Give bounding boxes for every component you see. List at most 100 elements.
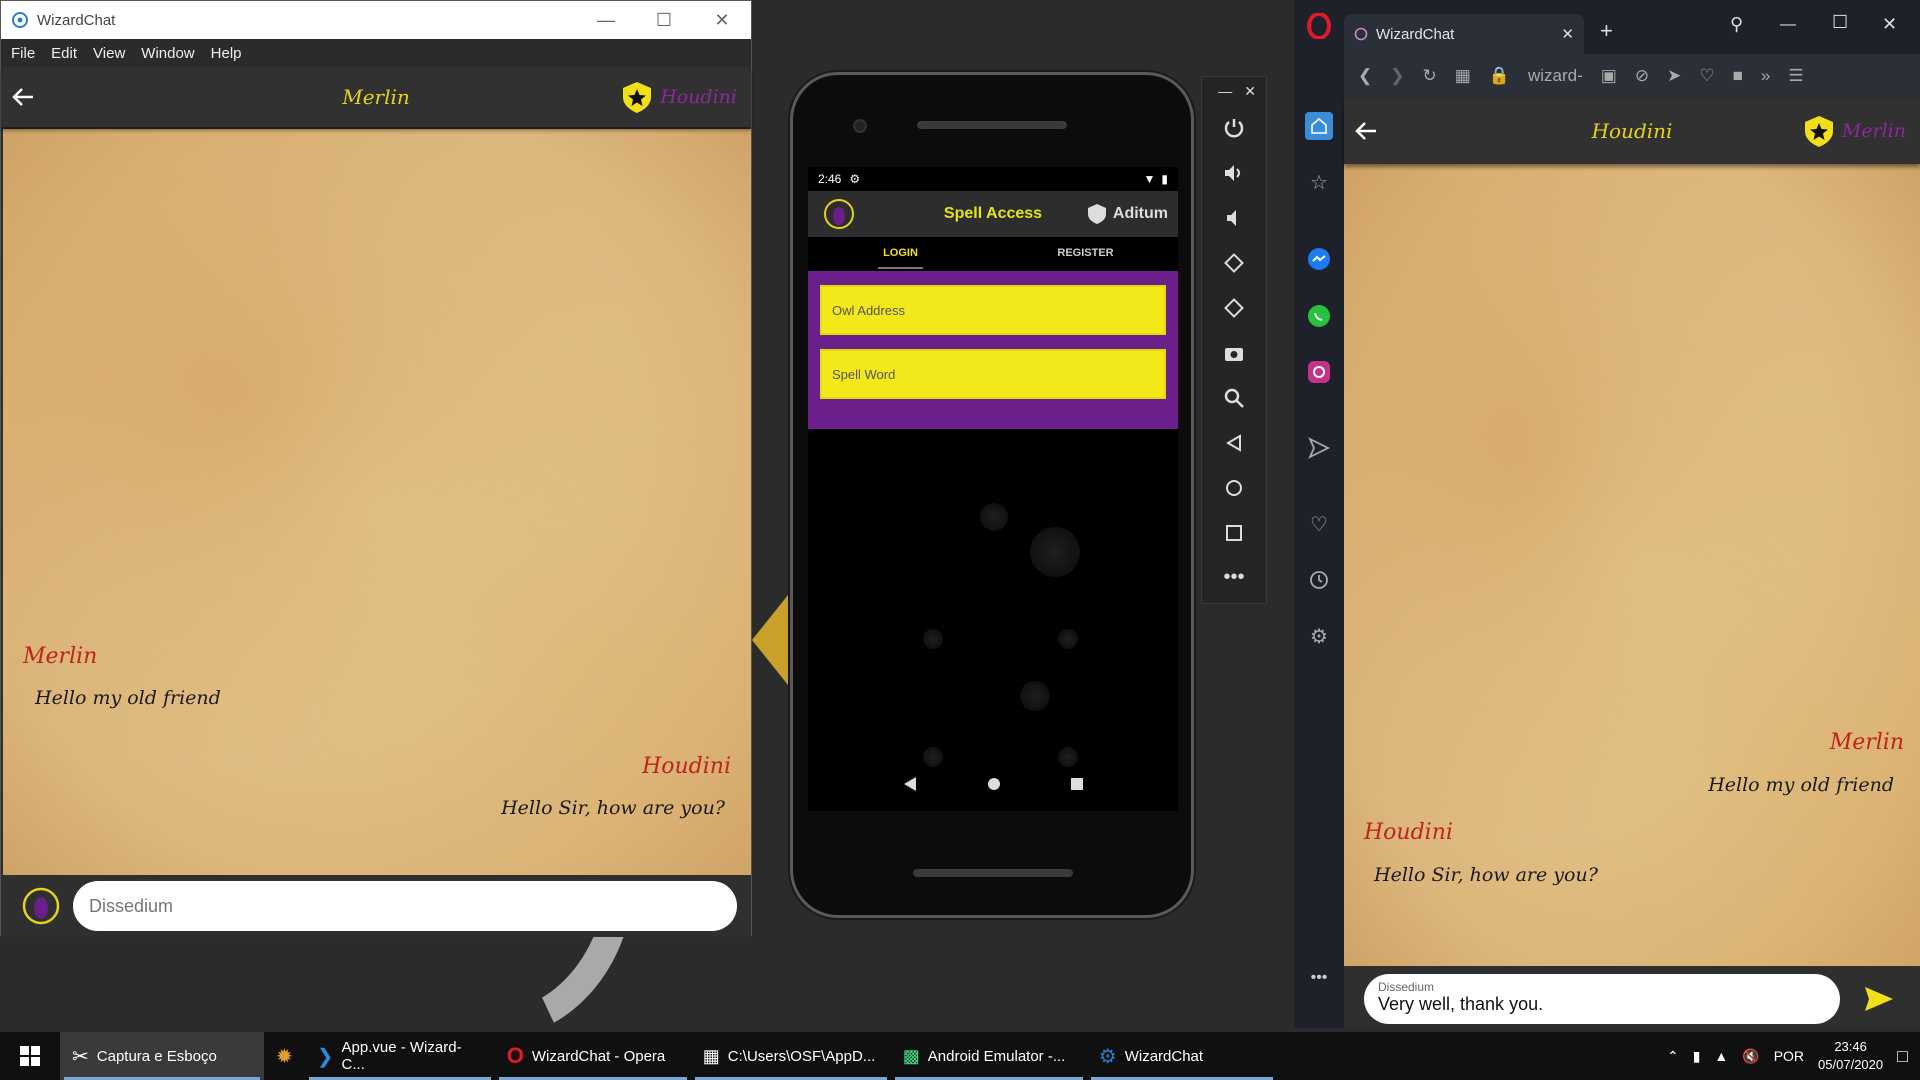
clock[interactable]: 23:46 05/07/2020	[1818, 1038, 1883, 1074]
history-icon[interactable]	[1305, 566, 1333, 594]
tab-register[interactable]: REGISTER	[993, 237, 1178, 271]
message-input[interactable]	[73, 881, 737, 931]
favorite-icon[interactable]: ♡	[1699, 66, 1714, 86]
speed-dial-icon[interactable]	[1305, 112, 1333, 140]
zoom-icon[interactable]	[1202, 375, 1266, 420]
nav-back-icon[interactable]	[902, 776, 918, 792]
taskbar-item-emulator[interactable]: ▩ Android Emulator -...	[891, 1032, 1087, 1080]
settings-status-icon: ⚙	[849, 172, 861, 186]
notifications-icon[interactable]: □	[1897, 1046, 1908, 1067]
menu-file[interactable]: File	[11, 45, 35, 62]
more-options-icon[interactable]: •••	[1202, 555, 1266, 600]
rotate-right-icon[interactable]	[1202, 285, 1266, 330]
background-dot	[980, 503, 1008, 531]
front-camera	[853, 119, 867, 133]
back-icon[interactable]	[1202, 420, 1266, 465]
spell-word-field[interactable]: Spell Word	[820, 349, 1166, 399]
volume-muted-icon[interactable]: 🔇	[1742, 1048, 1759, 1065]
camera-icon[interactable]	[1202, 330, 1266, 375]
owl-address-field[interactable]: Owl Address	[820, 285, 1166, 335]
minimize-icon[interactable]: —	[577, 1, 635, 39]
tray-expand-icon[interactable]: ⌃	[1667, 1048, 1679, 1065]
snapshot-icon[interactable]: ▣	[1601, 66, 1617, 86]
menu-edit[interactable]: Edit	[51, 45, 77, 62]
volume-up-icon[interactable]	[1202, 150, 1266, 195]
slack-icon: ✹	[276, 1045, 293, 1068]
overview-icon[interactable]	[1202, 510, 1266, 555]
volume-down-icon[interactable]	[1202, 195, 1266, 240]
nav-home-icon[interactable]	[987, 777, 1001, 791]
emulator-minimize-icon[interactable]: —	[1218, 83, 1232, 99]
sidebar-more-icon[interactable]: •••	[1305, 964, 1333, 992]
url-field[interactable]: wizard-	[1528, 66, 1583, 86]
android-emulator-icon: ▩	[902, 1045, 920, 1066]
search-tabs-icon[interactable]: ⚲	[1730, 14, 1743, 35]
spell-access-header: Spell Access Aditum	[808, 191, 1178, 237]
opera-maximize-icon[interactable]: ☐	[1832, 12, 1848, 33]
overflow-icon[interactable]: »	[1761, 66, 1770, 86]
window-titlebar[interactable]: WizardChat — ☐ ✕	[1, 1, 751, 39]
settings-icon[interactable]: ⚙	[1305, 622, 1333, 650]
taskbar-item-snip[interactable]: ✂ Captura e Esboço	[60, 1032, 264, 1080]
rotate-left-icon[interactable]	[1202, 240, 1266, 285]
send-icon[interactable]: ➤	[1667, 66, 1681, 86]
flow-icon[interactable]	[1305, 434, 1333, 462]
home-icon[interactable]	[1202, 465, 1266, 510]
adblock-icon[interactable]: ⊘	[1635, 66, 1649, 86]
background-dot	[1020, 681, 1050, 711]
power-icon[interactable]	[1202, 105, 1266, 150]
back-arrow-icon[interactable]	[1, 67, 45, 127]
new-tab-icon[interactable]: +	[1600, 18, 1613, 44]
auth-tabs: LOGIN REGISTER	[808, 237, 1178, 271]
messenger-icon[interactable]	[1305, 245, 1333, 273]
menu-window[interactable]: Window	[141, 45, 194, 62]
tabs-grid-icon[interactable]: ▦	[1455, 66, 1471, 86]
back-arrow-icon[interactable]	[1344, 98, 1388, 164]
emulator-close-icon[interactable]: ✕	[1244, 83, 1256, 100]
tab-login[interactable]: LOGIN	[808, 237, 993, 271]
status-time: 2:46	[818, 172, 842, 186]
tab-title: WizardChat	[1376, 25, 1455, 43]
nav-forward-icon[interactable]: ❯	[1390, 66, 1404, 86]
close-icon[interactable]: ✕	[693, 1, 751, 39]
send-button[interactable]	[1864, 986, 1894, 1012]
taskbar-item-terminal[interactable]: ▦ C:\Users\OSF\AppD...	[691, 1032, 891, 1080]
message-sender: Houdini	[1364, 820, 1453, 845]
message-input-bar	[1, 875, 751, 937]
start-button[interactable]	[0, 1032, 60, 1080]
opera-minimize-icon[interactable]: —	[1780, 16, 1796, 34]
easy-setup-icon[interactable]: ☰	[1788, 66, 1803, 86]
menu-view[interactable]: View	[93, 45, 125, 62]
speaker-grille	[917, 121, 1067, 129]
taskbar-item-opera[interactable]: O WizardChat - Opera	[495, 1032, 691, 1080]
instagram-icon[interactable]	[1305, 358, 1333, 386]
heart-icon[interactable]: ♡	[1305, 510, 1333, 538]
nav-back-icon[interactable]: ❮	[1358, 66, 1372, 86]
snip-sketch-icon: ✂	[72, 1045, 89, 1068]
chat-area: Merlin Hello my old friend Houdini Hello…	[1344, 164, 1920, 966]
maximize-icon[interactable]: ☐	[635, 1, 693, 39]
taskbar-item-vscode[interactable]: ❯ App.vue - Wizard-C...	[305, 1032, 495, 1080]
wizard-badge-icon[interactable]	[1802, 114, 1836, 148]
wizard-badge-icon[interactable]	[620, 80, 654, 114]
menu-help[interactable]: Help	[211, 45, 242, 62]
taskbar-item-label: Captura e Esboço	[96, 1047, 217, 1065]
terminal-icon: ▦	[702, 1045, 720, 1066]
language-indicator[interactable]: POR	[1774, 1048, 1804, 1064]
network-icon[interactable]: ▲	[1714, 1048, 1728, 1064]
opera-close-icon[interactable]: ✕	[1882, 14, 1897, 35]
nav-recents-icon[interactable]	[1070, 777, 1084, 791]
reload-icon[interactable]: ↻	[1423, 66, 1437, 86]
whatsapp-icon[interactable]	[1305, 302, 1333, 330]
bookmarks-icon[interactable]: ☆	[1305, 168, 1333, 196]
extensions-icon[interactable]: ■	[1733, 66, 1743, 86]
message-text: Hello my old friend	[35, 687, 221, 709]
tab-close-icon[interactable]: ✕	[1561, 25, 1574, 43]
aditum-label[interactable]: Aditum	[1113, 205, 1168, 223]
taskbar-item-slack[interactable]: ✹	[264, 1032, 305, 1080]
battery-icon[interactable]: ▮	[1693, 1048, 1701, 1065]
opera-logo-icon[interactable]	[1305, 12, 1333, 40]
message-input[interactable]: Dissedium Very well, thank you.	[1364, 974, 1840, 1024]
taskbar-item-wizardchat[interactable]: ⚙ WizardChat	[1087, 1032, 1277, 1080]
browser-tab[interactable]: WizardChat ✕	[1344, 14, 1584, 54]
